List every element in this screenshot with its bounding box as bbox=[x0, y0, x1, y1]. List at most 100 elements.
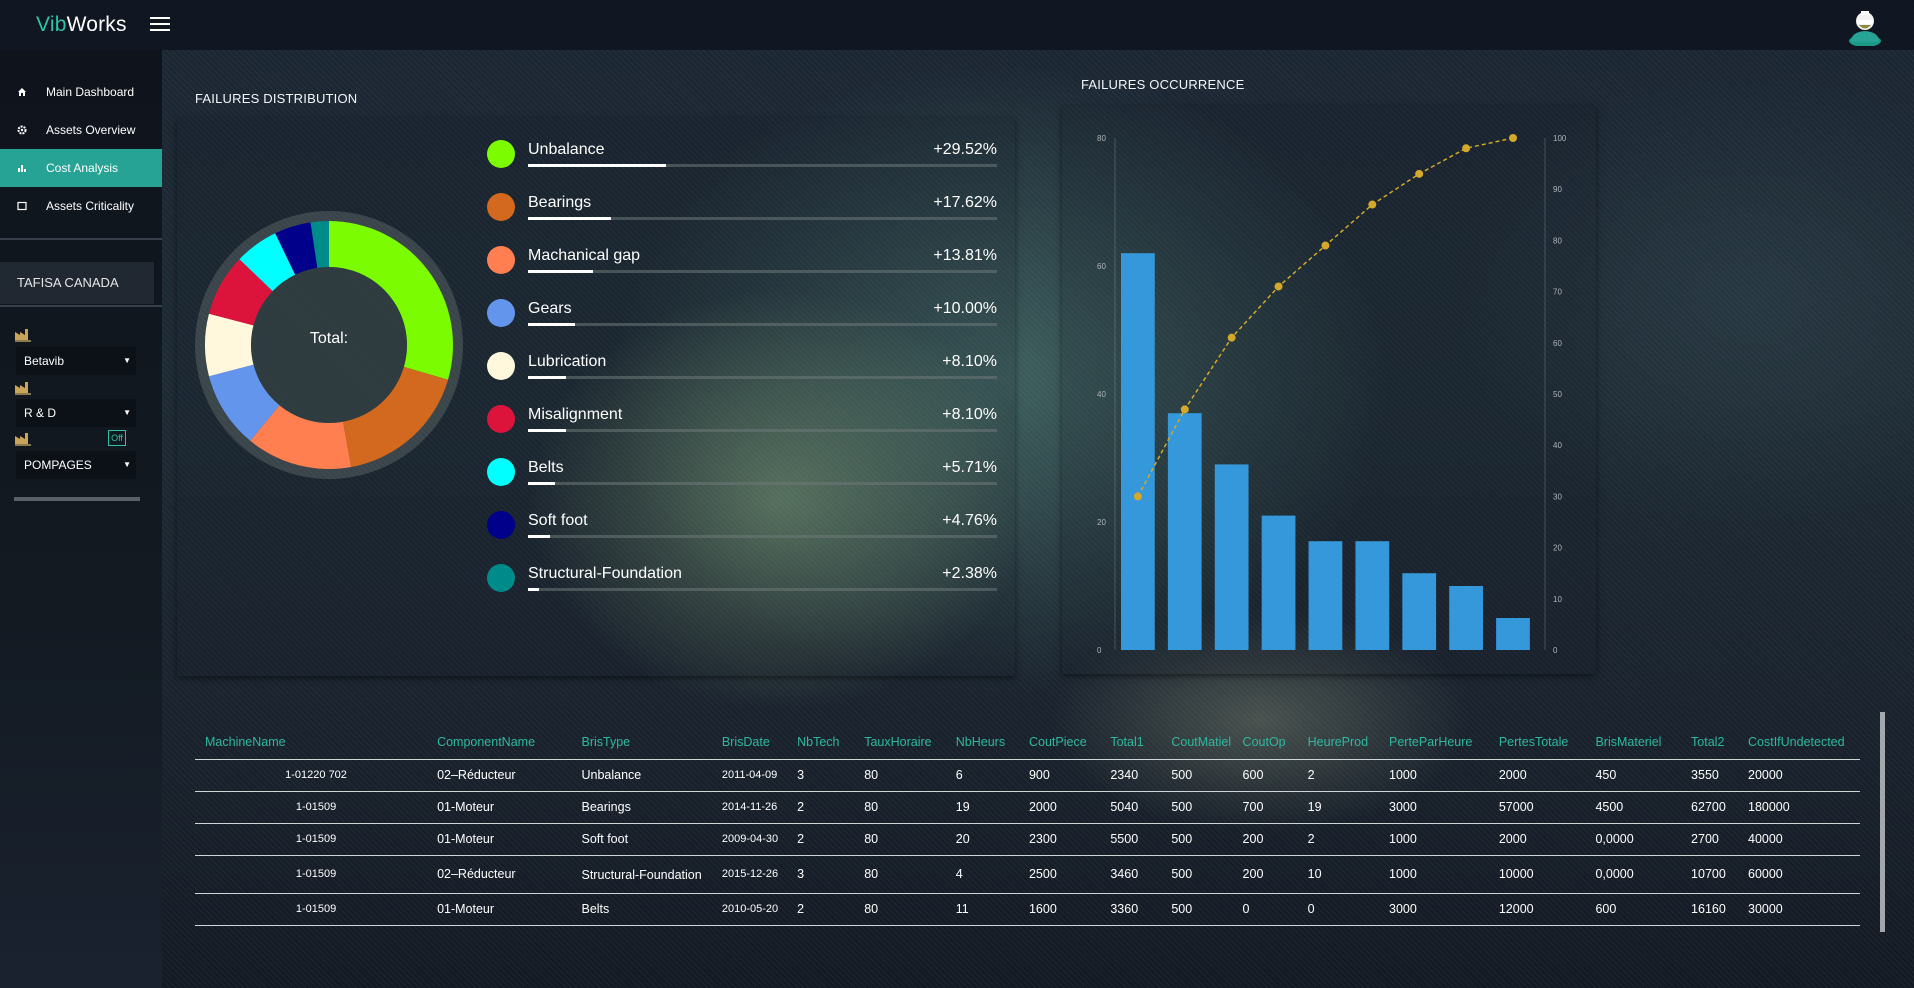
bar-9[interactable] bbox=[1496, 618, 1530, 650]
logo-works: Works bbox=[66, 13, 127, 36]
bar-2[interactable] bbox=[1167, 413, 1202, 650]
legend-item[interactable]: Soft foot +4.76% bbox=[487, 509, 997, 549]
legend-item[interactable]: Unbalance +29.52% bbox=[487, 138, 997, 178]
column-header[interactable]: MachineName bbox=[195, 715, 438, 760]
legend-item[interactable]: Belts +5.71% bbox=[487, 456, 997, 496]
legend-item[interactable]: Structural-Foundation +2.38% bbox=[487, 562, 997, 602]
legend-item[interactable]: Bearings +17.62% bbox=[487, 191, 997, 231]
column-header[interactable]: CoutOp bbox=[1242, 715, 1308, 760]
chevron-down-icon: ▼ bbox=[123, 356, 131, 365]
y2-tick-label: 20 bbox=[1553, 544, 1562, 553]
column-header[interactable]: PertesTotale bbox=[1498, 715, 1596, 760]
legend-percentage: +29.52% bbox=[933, 141, 997, 158]
sidebar-item-assets-criticality[interactable]: Assets Criticality bbox=[0, 187, 162, 225]
toggle-off-icon[interactable]: Off bbox=[108, 430, 126, 446]
area-select-value: POMPAGES bbox=[24, 458, 92, 472]
table-cell-heureprod: 0 bbox=[1307, 893, 1389, 926]
table-row[interactable]: 1-01509 02–Réducteur Structural-​Foundatio… bbox=[195, 855, 1860, 894]
column-header[interactable]: NbTech bbox=[797, 715, 865, 760]
legend-progress-track bbox=[528, 535, 997, 538]
bar-5[interactable] bbox=[1308, 541, 1343, 650]
column-header[interactable]: CoutMatiel bbox=[1171, 715, 1243, 760]
column-header[interactable]: BrisType bbox=[581, 715, 722, 760]
table-cell-machinename: 1-01509 bbox=[195, 855, 438, 894]
bar-8[interactable] bbox=[1449, 586, 1483, 650]
column-header[interactable]: ComponentName bbox=[437, 715, 582, 760]
table-cell-heureprod: 10 bbox=[1307, 855, 1389, 894]
column-header[interactable]: CoutPiece bbox=[1028, 715, 1111, 760]
hamburger-menu-icon[interactable] bbox=[150, 17, 170, 33]
user-avatar-icon[interactable] bbox=[1846, 8, 1884, 46]
legend-color-dot bbox=[487, 246, 515, 274]
table-cell-pertestotale: 12000 bbox=[1498, 893, 1596, 926]
cumulative-point-1[interactable] bbox=[1133, 492, 1142, 501]
factory-icon bbox=[15, 433, 31, 446]
occurrence-title: FAILURES OCCURRENCE bbox=[1081, 77, 1245, 92]
cumulative-point-6[interactable] bbox=[1368, 200, 1377, 209]
y2-tick-label: 40 bbox=[1553, 441, 1562, 450]
table-scrollbar-thumb[interactable] bbox=[1880, 712, 1885, 932]
table-cell-heureprod: 2 bbox=[1307, 759, 1389, 792]
table-row[interactable]: 1-01509 01-Moteur Belts 2010-05-20 2 80 11 1600… bbox=[195, 893, 1860, 926]
legend-label: Soft foot bbox=[528, 512, 588, 529]
y2-tick-label: 30 bbox=[1553, 492, 1562, 501]
bar-1[interactable] bbox=[1121, 253, 1155, 650]
column-header[interactable]: Total2 bbox=[1691, 715, 1748, 760]
table-scrollbar[interactable] bbox=[1880, 712, 1885, 932]
cumulative-point-2[interactable] bbox=[1180, 405, 1189, 414]
table-row[interactable]: 1-01509 01-Moteur Bearings 2014-11-26 2 80 19 2… bbox=[195, 791, 1860, 824]
cumulative-point-3[interactable] bbox=[1227, 333, 1236, 342]
cumulative-point-9[interactable] bbox=[1508, 134, 1517, 142]
column-header[interactable]: NbHeurs bbox=[955, 715, 1029, 760]
column-header[interactable]: TauxHoraire bbox=[864, 715, 956, 760]
site-select[interactable]: Betavib ▼ bbox=[16, 347, 136, 375]
column-header[interactable]: HeureProd bbox=[1307, 715, 1389, 760]
table-cell-total2: 2700 bbox=[1691, 823, 1748, 856]
column-header[interactable]: BrisDate bbox=[721, 715, 798, 760]
cumulative-point-8[interactable] bbox=[1462, 144, 1471, 153]
legend-label: Lubrication bbox=[528, 353, 607, 370]
table-row[interactable]: 1-01509 01-Moteur Soft foot 2009-04-30 2 80 20… bbox=[195, 823, 1860, 856]
column-header[interactable]: Total1 bbox=[1110, 715, 1172, 760]
table-cell-bristype: Belts bbox=[581, 893, 722, 926]
department-select-value: R & D bbox=[24, 406, 57, 420]
table-cell-bristype: Bearings bbox=[581, 791, 722, 824]
bar-7[interactable] bbox=[1402, 573, 1437, 650]
column-header[interactable]: CostIfUndetected bbox=[1748, 715, 1860, 760]
table-cell-costifundetected: 180000 bbox=[1748, 791, 1860, 824]
sidebar-item-main-dashboard[interactable]: Main Dashboard bbox=[0, 73, 162, 111]
legend-progress-track bbox=[528, 588, 997, 591]
bar-3[interactable] bbox=[1214, 464, 1249, 650]
legend-item[interactable]: Misalignment +8.10% bbox=[487, 403, 997, 443]
legend-item[interactable]: Machanical gap +13.81% bbox=[487, 244, 997, 284]
column-header[interactable]: PerteParHeure bbox=[1389, 715, 1499, 760]
bar-4[interactable] bbox=[1261, 515, 1296, 650]
legend-label: Belts bbox=[528, 459, 564, 476]
y-tick-label: 80 bbox=[1097, 134, 1106, 143]
table-cell-costifundetected: 20000 bbox=[1748, 759, 1860, 792]
table-cell-bristype: Unbalance bbox=[581, 759, 722, 792]
table-cell-nbtech: 3 bbox=[797, 855, 865, 894]
cumulative-point-5[interactable] bbox=[1321, 241, 1330, 250]
cumulative-point-4[interactable] bbox=[1274, 282, 1283, 291]
bar-6[interactable] bbox=[1355, 541, 1390, 650]
sidebar-item-cost-analysis[interactable]: Cost Analysis bbox=[0, 149, 162, 187]
home-icon bbox=[15, 85, 29, 99]
cumulative-point-7[interactable] bbox=[1415, 169, 1424, 178]
legend-color-dot bbox=[487, 352, 515, 380]
failures-table: MachineName ComponentName BrisType BrisDate… bbox=[175, 715, 1878, 933]
table-cell-nbheurs: 19 bbox=[955, 791, 1029, 824]
table-row[interactable]: 1-01220 702 02–Réducteur Unbalance 2011-04-… bbox=[195, 759, 1860, 792]
failures-pareto-chart: 0 20 40 60 80 0 10 20 30 40 50 60 70 80 90 100 bbox=[1097, 134, 1567, 655]
table-cell-machinename: 1-01509 bbox=[195, 893, 438, 926]
sidebar-item-assets-overview[interactable]: Assets Overview bbox=[0, 111, 162, 149]
table-cell-perteparheure: 3000 bbox=[1389, 791, 1499, 824]
table-cell-nbtech: 3 bbox=[797, 759, 865, 792]
column-header[interactable]: BrisMateriel bbox=[1595, 715, 1692, 760]
department-select[interactable]: R & D ▼ bbox=[16, 399, 136, 427]
area-select[interactable]: POMPAGES ▼ bbox=[16, 451, 136, 479]
table-cell-heureprod: 19 bbox=[1307, 791, 1389, 824]
legend-item[interactable]: Lubrication +8.10% bbox=[487, 350, 997, 390]
legend-item[interactable]: Gears +10.00% bbox=[487, 297, 997, 337]
app-logo[interactable]: VibWorks bbox=[36, 13, 127, 37]
